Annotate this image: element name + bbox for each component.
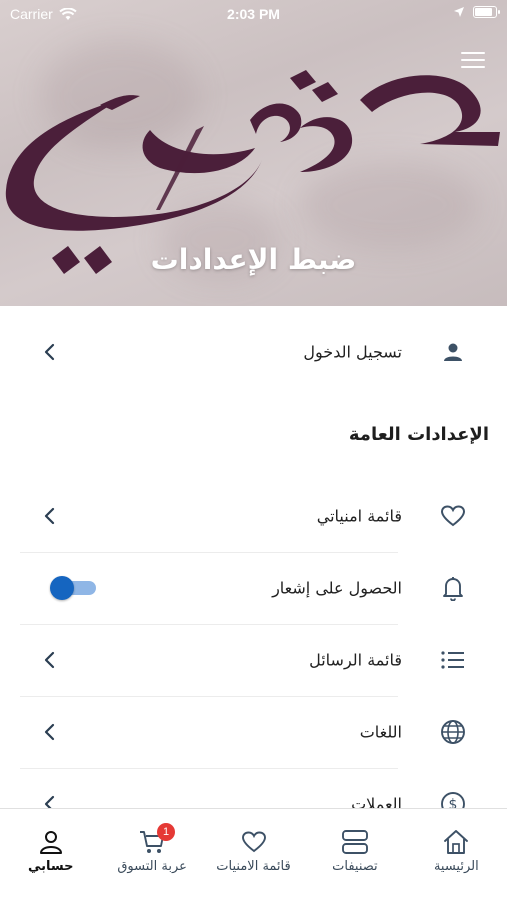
tab-account[interactable]: حسابي xyxy=(0,809,101,900)
home-icon xyxy=(441,827,471,857)
globe-icon xyxy=(439,718,467,746)
messages-label: قائمة الرسائل xyxy=(309,650,402,670)
battery-icon xyxy=(473,6,500,18)
user-icon xyxy=(439,338,467,366)
heart-icon xyxy=(239,827,269,857)
tab-label: عربة التسوق xyxy=(117,859,187,874)
wishlist-label: قائمة امنياتي xyxy=(316,506,402,526)
tab-label: الرئيسية xyxy=(433,859,479,874)
hamburger-menu-icon[interactable] xyxy=(461,52,485,70)
login-row[interactable]: تسجيل الدخول xyxy=(0,316,507,388)
list-icon xyxy=(439,646,467,674)
general-settings-title: الإعدادات العامة xyxy=(348,424,489,445)
location-arrow-icon xyxy=(454,7,464,17)
account-icon xyxy=(36,827,66,857)
messages-row[interactable]: قائمة الرسائل xyxy=(0,624,507,696)
status-time: 2:03 PM xyxy=(227,6,280,22)
languages-label: اللغات xyxy=(359,722,402,742)
wishlist-row[interactable]: قائمة امنياتي xyxy=(0,480,507,552)
bottom-tab-bar: حسابي 1 عربة التسوق قائمة الامنيات تصنيف… xyxy=(0,808,507,900)
chevron-left-icon xyxy=(40,650,60,670)
tab-label: حسابي xyxy=(27,859,74,874)
status-right xyxy=(453,6,500,18)
battery-fill xyxy=(475,8,492,16)
notification-label: الحصول على إشعار xyxy=(272,578,402,598)
heart-icon xyxy=(439,502,467,530)
cart-badge: 1 xyxy=(157,823,176,841)
cart-icon: 1 xyxy=(137,823,176,857)
chevron-left-icon xyxy=(40,722,60,742)
bell-icon xyxy=(439,574,467,602)
tab-label: قائمة الامنيات xyxy=(216,859,291,874)
tab-home[interactable]: الرئيسية xyxy=(406,809,507,900)
notification-row: الحصول على إشعار xyxy=(0,552,507,624)
tab-categories[interactable]: تصنيفات xyxy=(304,809,405,900)
notification-toggle[interactable] xyxy=(50,576,96,600)
page-title: ضبط الإعدادات xyxy=(150,243,357,276)
chevron-left-icon xyxy=(40,342,60,362)
login-label: تسجيل الدخول xyxy=(303,342,402,362)
languages-row[interactable]: اللغات xyxy=(0,696,507,768)
status-bar: Carrier 2:03 PM xyxy=(0,0,507,28)
toggle-knob xyxy=(50,576,74,600)
chevron-left-icon xyxy=(40,506,60,526)
tab-wishlist[interactable]: قائمة الامنيات xyxy=(203,809,304,900)
header-banner: Carrier 2:03 PM ضبط الإعدادات xyxy=(0,0,507,306)
tab-label: تصنيفات xyxy=(332,859,378,874)
tab-cart[interactable]: 1 عربة التسوق xyxy=(101,809,202,900)
categories-icon xyxy=(340,827,370,857)
